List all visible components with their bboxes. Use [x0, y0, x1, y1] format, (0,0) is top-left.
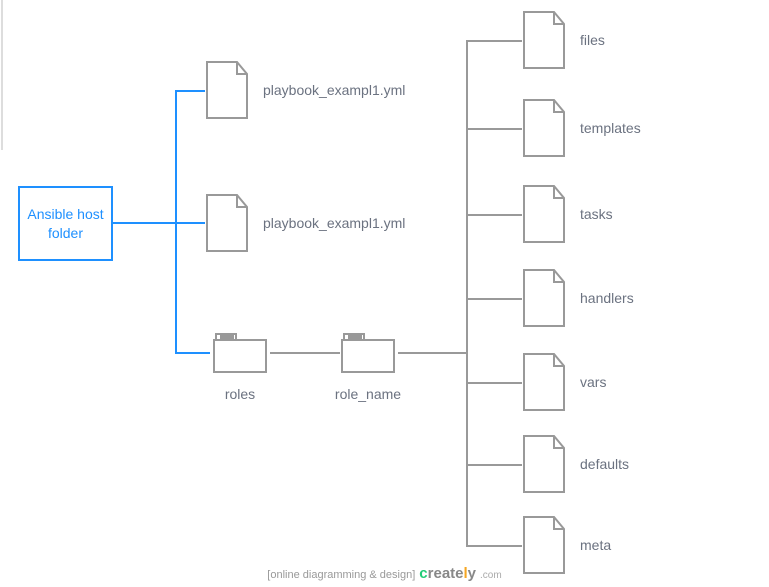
node-tasks: tasks — [520, 184, 613, 244]
footer-brand: creately — [419, 565, 476, 582]
node-templates: templates — [520, 98, 641, 158]
connector — [175, 352, 210, 354]
connector — [466, 464, 522, 466]
root-box: Ansible hostfolder — [18, 186, 113, 261]
templates-label: templates — [580, 120, 641, 136]
playbook-1-label: playbook_exampl1.yml — [263, 82, 405, 98]
roles-label: roles — [225, 386, 255, 402]
file-icon — [520, 184, 568, 244]
connector — [270, 352, 340, 354]
node-meta: meta — [520, 515, 611, 575]
file-icon — [203, 60, 251, 120]
meta-label: meta — [580, 537, 611, 553]
file-icon — [520, 434, 568, 494]
connector — [398, 352, 468, 354]
defaults-label: defaults — [580, 456, 629, 472]
connector — [466, 128, 522, 130]
node-defaults: defaults — [520, 434, 629, 494]
folder-icon: role_name — [338, 328, 398, 376]
connector — [466, 382, 522, 384]
tasks-label: tasks — [580, 206, 613, 222]
root-label: Ansible hostfolder — [27, 205, 103, 241]
file-icon — [520, 515, 568, 575]
connector — [113, 222, 175, 224]
handlers-label: handlers — [580, 290, 634, 306]
folder-icon: roles — [210, 328, 270, 376]
file-icon — [520, 10, 568, 70]
node-vars: vars — [520, 352, 606, 412]
connector — [466, 40, 522, 42]
file-icon — [520, 268, 568, 328]
node-playbook-1: playbook_exampl1.yml — [203, 60, 405, 120]
files-label: files — [580, 32, 605, 48]
vars-label: vars — [580, 374, 606, 390]
role-name-label: role_name — [335, 386, 401, 402]
connector — [175, 222, 205, 224]
connector — [175, 90, 205, 92]
file-icon — [203, 193, 251, 253]
node-roles: roles — [210, 328, 270, 376]
file-icon — [520, 98, 568, 158]
connector — [466, 214, 522, 216]
left-edge-line — [1, 0, 3, 150]
connector — [466, 545, 522, 547]
footer-suffix: .com — [480, 570, 502, 581]
file-icon — [520, 352, 568, 412]
root-node: Ansible hostfolder — [18, 186, 113, 261]
node-playbook-2: playbook_exampl1.yml — [203, 193, 405, 253]
connector — [466, 40, 468, 546]
playbook-2-label: playbook_exampl1.yml — [263, 215, 405, 231]
footer-attribution: [online diagramming & design] creately .… — [267, 565, 501, 582]
node-role-name: role_name — [338, 328, 398, 376]
node-files: files — [520, 10, 605, 70]
connector — [466, 298, 522, 300]
node-handlers: handlers — [520, 268, 634, 328]
footer-prefix: [online diagramming & design] — [267, 569, 415, 581]
